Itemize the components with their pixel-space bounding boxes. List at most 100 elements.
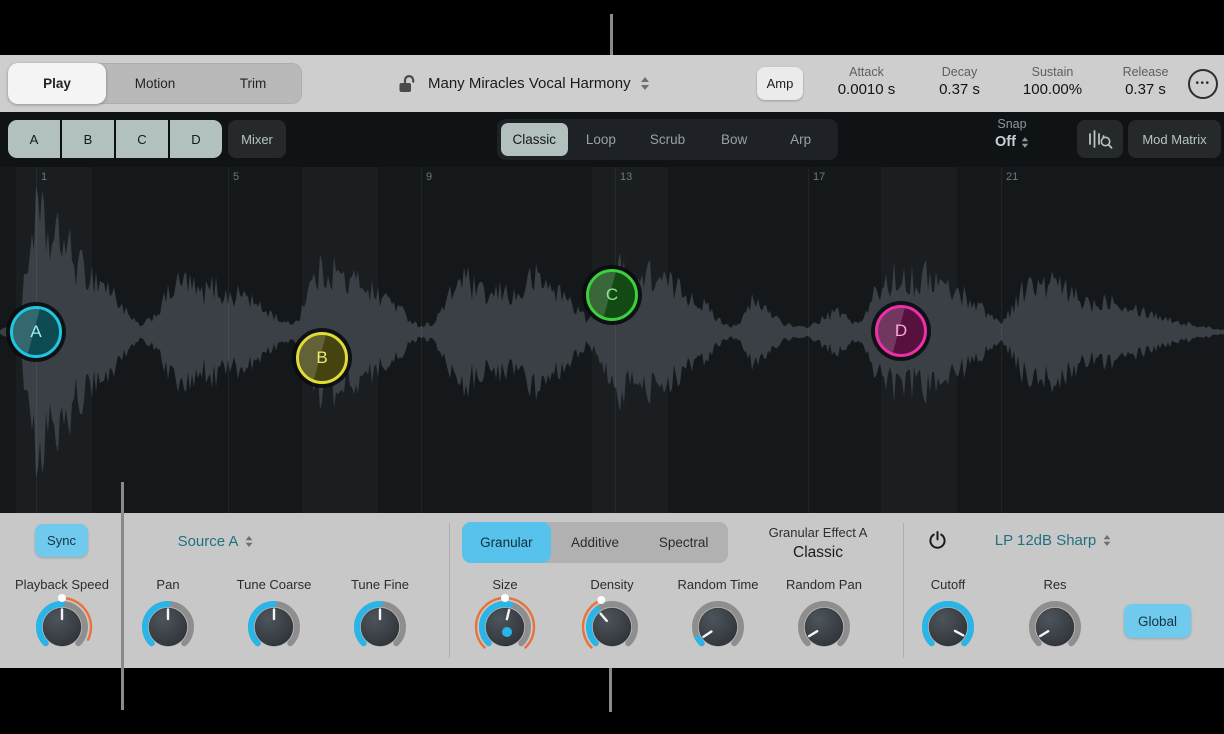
knob-tune-coarse[interactable]: Tune Coarse bbox=[221, 577, 327, 660]
knob-label-tune-coarse: Tune Coarse bbox=[237, 577, 312, 592]
top-toolbar: PlayMotionTrim Many Miracles Vocal Harmo… bbox=[0, 55, 1224, 112]
ruler-gridline bbox=[808, 167, 809, 513]
knob-res[interactable]: Res bbox=[1002, 577, 1108, 660]
waveform-graphic bbox=[0, 167, 1224, 513]
ruler-gridline bbox=[615, 167, 616, 513]
source-select-value: Source A bbox=[178, 533, 239, 550]
callout-line-bottom-left bbox=[121, 482, 124, 710]
mode-tab-trim[interactable]: Trim bbox=[204, 63, 302, 104]
knob-label-tune-fine: Tune Fine bbox=[351, 577, 409, 592]
knob-graphic-size bbox=[472, 594, 538, 660]
marker-letter: D bbox=[895, 321, 907, 341]
waveform-display[interactable]: 159131721ABCD bbox=[0, 167, 1224, 513]
snap-value: Off bbox=[995, 134, 1016, 150]
trigger-mode-tab-bow[interactable]: Bow bbox=[701, 123, 768, 156]
env-param-value: 0.37 s bbox=[913, 81, 1006, 98]
env-param-sustain[interactable]: Sustain 100.00% bbox=[1006, 55, 1099, 112]
snap-label: Snap bbox=[972, 117, 1052, 131]
knob-random-time[interactable]: Random Time bbox=[665, 577, 771, 660]
trigger-mode-tab-scrub[interactable]: Scrub bbox=[634, 123, 701, 156]
env-param-label: Release bbox=[1099, 65, 1192, 79]
synthesis-tab-spectral[interactable]: Spectral bbox=[639, 522, 728, 563]
mode-tab-motion[interactable]: Motion bbox=[106, 63, 204, 104]
env-param-release[interactable]: Release 0.37 s bbox=[1099, 55, 1192, 112]
knob-label-pan: Pan bbox=[156, 577, 179, 592]
amp-button[interactable]: Amp bbox=[757, 67, 803, 100]
mod-matrix-button[interactable]: Mod Matrix bbox=[1128, 120, 1221, 158]
env-param-label: Sustain bbox=[1006, 65, 1099, 79]
filter-type-select[interactable]: LP 12dB Sharp bbox=[978, 529, 1128, 551]
filter-type-value: LP 12dB Sharp bbox=[995, 532, 1096, 549]
trigger-mode-tab-loop[interactable]: Loop bbox=[568, 123, 635, 156]
synthesis-tab-granular[interactable]: Granular bbox=[462, 522, 551, 563]
source-select-chevrons-icon bbox=[246, 535, 253, 546]
waveform-marker-a[interactable]: A bbox=[10, 306, 62, 358]
filter-power-button[interactable] bbox=[926, 529, 948, 551]
power-icon bbox=[928, 531, 947, 550]
knob-graphic-pan bbox=[135, 594, 201, 660]
effect-label: Granular Effect A bbox=[753, 525, 883, 540]
more-button[interactable]: ••• bbox=[1188, 69, 1218, 99]
knob-density[interactable]: Density bbox=[559, 577, 665, 660]
synthesis-tab-additive[interactable]: Additive bbox=[551, 522, 640, 563]
screenshot-stage: PlayMotionTrim Many Miracles Vocal Harmo… bbox=[0, 0, 1224, 734]
knob-random-pan[interactable]: Random Pan bbox=[771, 577, 877, 660]
snap-control[interactable]: Snap Off bbox=[972, 117, 1052, 150]
source-tab-c[interactable]: C bbox=[116, 120, 168, 158]
trigger-mode-tab-classic[interactable]: Classic bbox=[501, 123, 568, 156]
source-select[interactable]: Source A bbox=[148, 530, 283, 552]
snap-stepper-icon[interactable] bbox=[1022, 137, 1028, 147]
sub-toolbar: ABCD Mixer ClassicLoopScrubBowArp Snap O… bbox=[0, 112, 1224, 167]
ruler-number: 1 bbox=[41, 171, 47, 183]
knob-pan[interactable]: Pan bbox=[115, 577, 221, 660]
marker-letter: B bbox=[316, 348, 327, 368]
knob-label-size: Size bbox=[492, 577, 517, 592]
knob-tune-fine[interactable]: Tune Fine bbox=[327, 577, 433, 660]
mixer-button[interactable]: Mixer bbox=[228, 120, 286, 158]
preset-stepper-icon[interactable] bbox=[641, 77, 649, 90]
knob-graphic-density bbox=[579, 594, 645, 660]
waveform-zoom-button[interactable] bbox=[1077, 120, 1123, 158]
source-tab-a[interactable]: A bbox=[8, 120, 60, 158]
waveform-magnifier-icon bbox=[1087, 127, 1114, 151]
preset-group[interactable]: Many Miracles Vocal Harmony bbox=[396, 55, 649, 112]
envelope-params: Attack0.0010 sDecay0.37 sSustain 100.00%R… bbox=[820, 55, 1192, 112]
marker-letter: C bbox=[606, 285, 618, 305]
knob-label-density: Density bbox=[590, 577, 633, 592]
source-tab-d[interactable]: D bbox=[170, 120, 222, 158]
knob-graphic-random-pan bbox=[791, 594, 857, 660]
knob-label-playback-speed: Playback Speed bbox=[15, 577, 109, 592]
knob-graphic-tune-coarse bbox=[241, 594, 307, 660]
sample-alchemy-plugin-window: PlayMotionTrim Many Miracles Vocal Harmo… bbox=[0, 55, 1224, 668]
ruler-gridline bbox=[228, 167, 229, 513]
ruler-number: 17 bbox=[813, 171, 825, 183]
waveform-marker-c[interactable]: C bbox=[586, 269, 638, 321]
sync-button[interactable]: Sync bbox=[35, 524, 88, 557]
waveform-marker-d[interactable]: D bbox=[875, 305, 927, 357]
mode-segmented-control: PlayMotionTrim bbox=[8, 63, 302, 104]
effect-value: Classic bbox=[753, 544, 883, 562]
lock-open-icon bbox=[396, 73, 418, 95]
callout-line-bottom-center bbox=[609, 668, 612, 712]
global-button[interactable]: Global bbox=[1124, 604, 1191, 638]
knob-size[interactable]: Size bbox=[452, 577, 558, 660]
source-tab-b[interactable]: B bbox=[62, 120, 114, 158]
knob-graphic-res bbox=[1022, 594, 1088, 660]
env-param-attack[interactable]: Attack0.0010 s bbox=[820, 55, 913, 112]
trigger-mode-tab-arp[interactable]: Arp bbox=[767, 123, 834, 156]
marker-letter: A bbox=[30, 322, 41, 342]
panel-divider bbox=[449, 523, 450, 658]
knob-playback-speed[interactable]: Playback Speed bbox=[9, 577, 115, 660]
waveform-marker-b[interactable]: B bbox=[296, 332, 348, 384]
filter-select-chevrons-icon bbox=[1104, 534, 1111, 545]
env-param-value: 0.37 s bbox=[1099, 81, 1192, 98]
knob-label-res: Res bbox=[1043, 577, 1066, 592]
knob-cutoff[interactable]: Cutoff bbox=[895, 577, 1001, 660]
env-param-decay[interactable]: Decay0.37 s bbox=[913, 55, 1006, 112]
source-segmented-control: ABCD bbox=[8, 120, 222, 158]
mode-tab-play[interactable]: Play bbox=[8, 63, 106, 104]
knob-graphic-playback-speed bbox=[29, 594, 95, 660]
env-param-value: 100.00% bbox=[1006, 81, 1099, 98]
env-param-value: 0.0010 s bbox=[820, 81, 913, 98]
effect-block[interactable]: Granular Effect A Classic bbox=[753, 525, 883, 562]
